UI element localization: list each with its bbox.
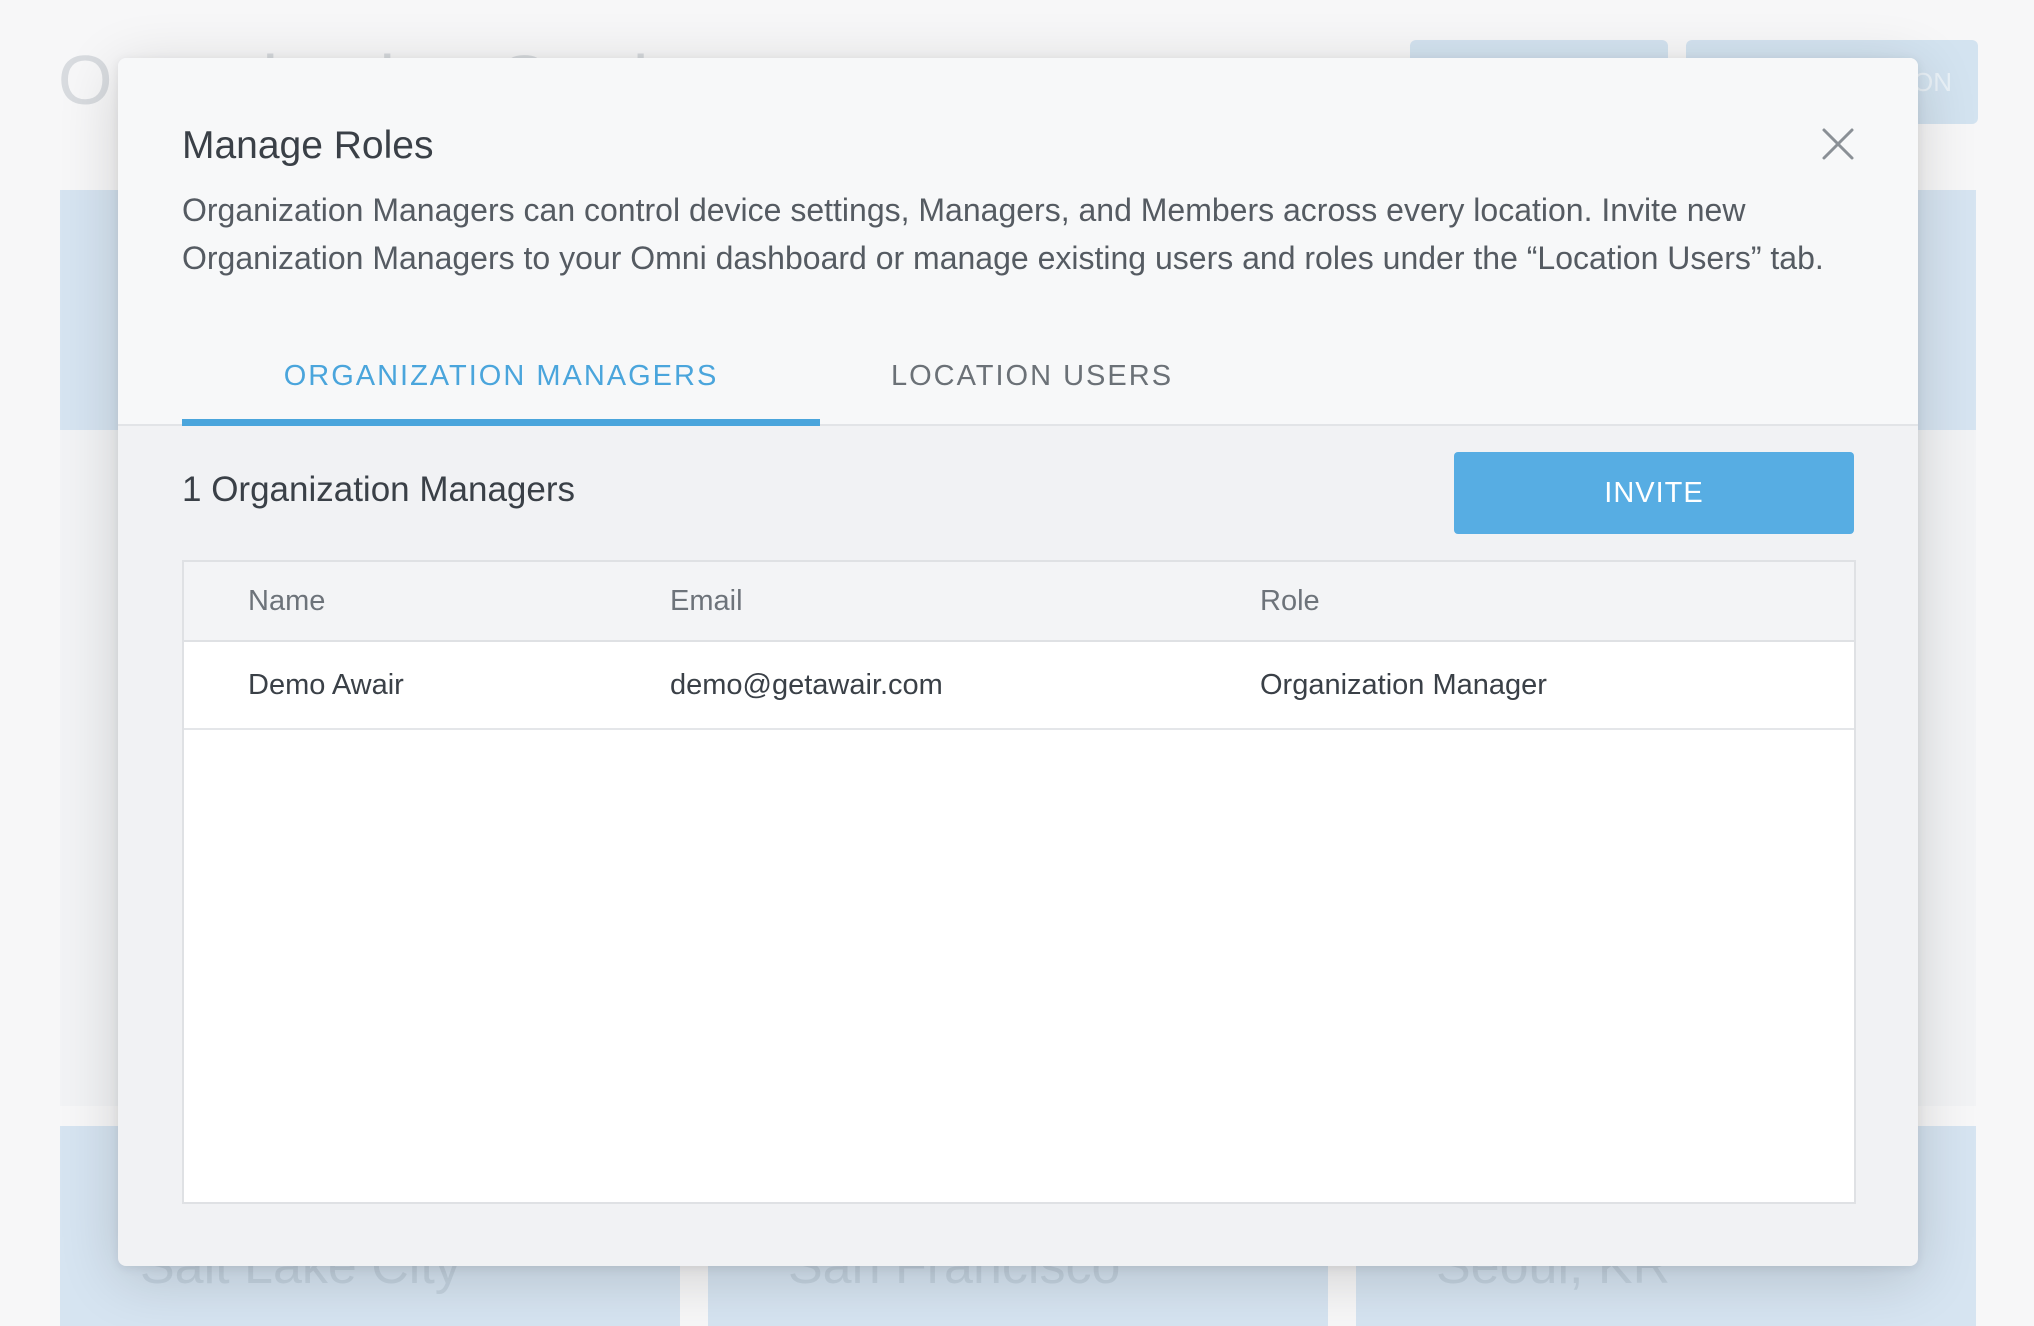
invite-button[interactable]: INVITE	[1454, 452, 1854, 534]
dialog-description: Organization Managers can control device…	[182, 192, 1824, 276]
cell-name: Demo Awair	[248, 668, 404, 701]
tab-organization-managers[interactable]: ORGANIZATION MANAGERS	[182, 360, 820, 426]
cell-email: demo@getawair.com	[670, 668, 943, 701]
column-header-name[interactable]: Name	[248, 585, 325, 618]
manage-roles-dialog: Manage Roles Organization Managers can c…	[118, 58, 1918, 1266]
manager-count: 1 Organization Managers	[182, 470, 575, 509]
close-icon[interactable]	[1818, 124, 1858, 164]
column-header-role[interactable]: Role	[1260, 585, 1320, 618]
table-header: Name Email Role	[184, 562, 1854, 642]
managers-table: Name Email Role Demo Awair demo@getawair…	[182, 560, 1856, 1204]
table-row[interactable]: Demo Awair demo@getawair.com Organizatio…	[184, 642, 1854, 730]
tab-location-users[interactable]: LOCATION USERS	[822, 360, 1242, 426]
cell-role: Organization Manager	[1260, 668, 1547, 701]
column-header-email[interactable]: Email	[670, 585, 743, 618]
dialog-header: Manage Roles Organization Managers can c…	[118, 58, 1918, 426]
dialog-title: Manage Roles	[182, 124, 434, 167]
